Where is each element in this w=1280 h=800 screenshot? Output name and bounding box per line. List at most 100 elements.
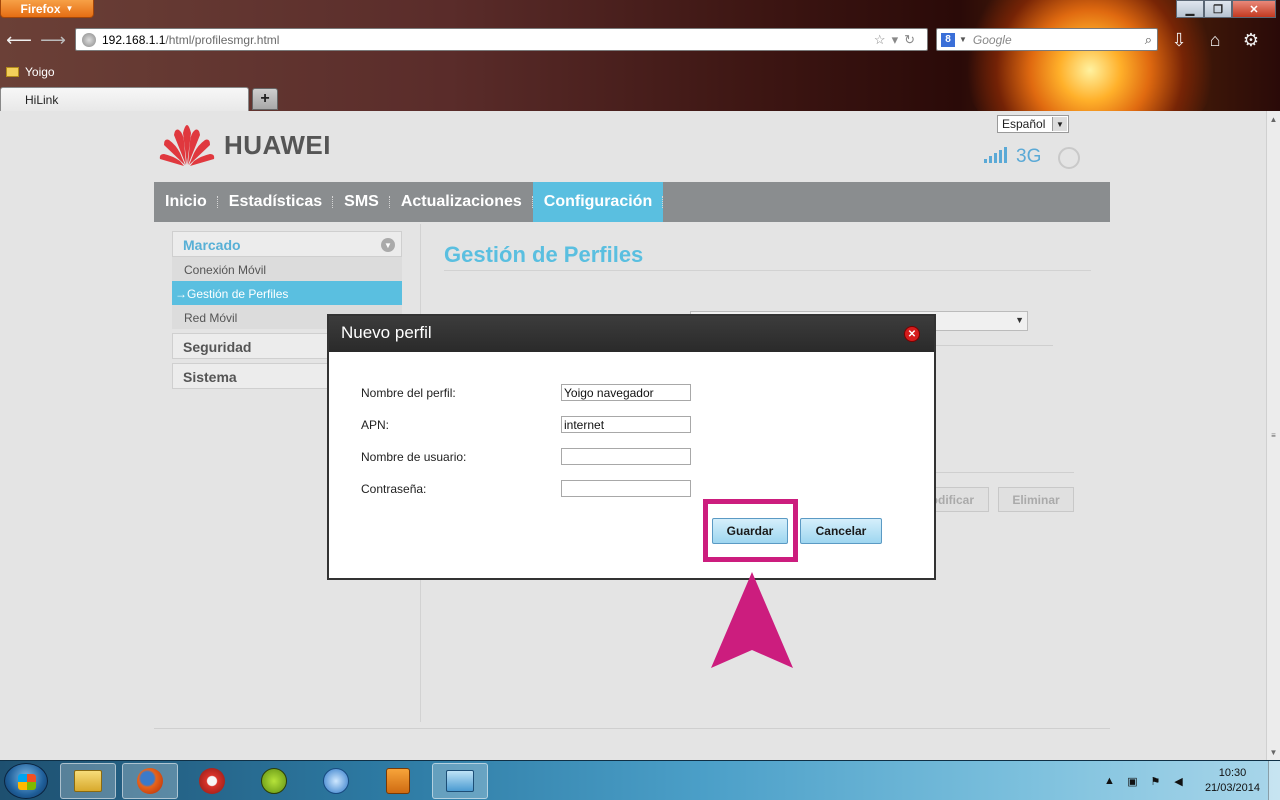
firefox-menu-button[interactable]: Firefox ▼ [0,0,94,18]
signal-strength-icon [984,147,1007,163]
profile-name-label: Nombre del perfil: [361,386,456,400]
password-label: Contraseña: [361,482,427,496]
sidebar-item-conexion-movil[interactable]: Conexión Móvil [172,257,402,281]
downloads-icon[interactable]: ⇩ [1168,29,1190,51]
url-host: 192.168.1.1 [102,32,166,47]
new-tab-button[interactable]: + [252,88,278,110]
show-hidden-icons-icon[interactable]: ▲ [1103,775,1116,788]
cancel-button[interactable]: Cancelar [800,518,882,544]
windows-taskbar: ▲ ▣ ⚑ ◀ 10:30 21/03/2014 [0,760,1280,800]
title-divider [444,270,1091,271]
chevron-down-icon: ▼ [381,238,395,252]
url-bar[interactable]: 192.168.1.1 /html/profilesmgr.html ☆▾↻ [75,28,928,51]
show-desktop-button[interactable] [1268,761,1280,800]
highlight-annotation [703,499,798,562]
scroll-up-icon[interactable]: ▲ [1267,111,1280,127]
dialog-title: Nuevo perfil [341,323,432,342]
username-input[interactable] [561,448,691,465]
sidebar-section-label: Marcado [183,237,241,253]
bookmark-star-icon[interactable]: ☆▾↻ [874,32,921,48]
spotify-icon [261,768,287,794]
taskbar-explorer[interactable] [60,763,116,799]
new-profile-dialog: Nuevo perfil ✕ Nombre del perfil: Yoigo … [327,314,936,580]
chevron-down-icon: ▼ [1015,315,1024,325]
taskbar-control-panel[interactable] [432,763,488,799]
search-bar[interactable]: 8 ▼ Google ⌕ [936,28,1158,51]
bookmark-yoigo[interactable]: Yoigo [25,65,55,79]
search-engine-dropdown-icon[interactable]: ▼ [959,35,967,44]
apn-label: APN: [361,418,390,432]
tab-actualizaciones[interactable]: Actualizaciones [390,182,533,222]
folder-icon [74,770,102,792]
google-engine-icon[interactable]: 8 [941,32,955,47]
volume-icon[interactable]: ◀ [1172,775,1185,788]
firefox-menu-label: Firefox [20,1,61,16]
minimize-button[interactable]: ▁ [1176,0,1204,18]
tab-inicio[interactable]: Inicio [154,182,218,222]
taskbar-spotify[interactable] [246,763,302,799]
scroll-down-icon[interactable]: ▼ [1267,744,1280,760]
sidebar-item-gestion-de-perfiles[interactable]: →Gestión de Perfiles [172,281,402,305]
delete-button[interactable]: Eliminar [998,487,1074,512]
dialog-header: Nuevo perfil ✕ [329,316,934,352]
sidebar-section-marcado[interactable]: Marcado ▼ [172,231,402,257]
search-placeholder: Google [972,32,1012,47]
home-icon[interactable]: ⌂ [1204,29,1226,51]
navigation-toolbar: ⟵ ⟶ 192.168.1.1 /html/profilesmgr.html ☆… [0,26,1280,54]
forward-arrow-icon[interactable]: ⟶ [40,29,66,51]
control-panel-icon [446,770,474,792]
close-window-button[interactable]: ✕ [1232,0,1276,18]
arrow-up-annotation-icon [711,572,793,668]
taskbar-ccleaner[interactable] [184,763,240,799]
clock-date: 21/03/2014 [1204,782,1260,794]
taskbar-firefox[interactable] [122,763,178,799]
ccleaner-icon [199,768,225,794]
profile-name-input[interactable]: Yoigo navegador [561,384,691,401]
username-label: Nombre de usuario: [361,450,467,464]
divider [930,472,1074,473]
huawei-petal-icon [159,125,215,166]
firefox-icon [137,768,163,794]
bookmarks-toolbar: Yoigo [0,62,55,82]
scroll-thumb-grip-icon[interactable]: ≡ [1267,427,1280,443]
taskbar-media-player[interactable] [370,763,426,799]
brand-name: HUAWEI [224,129,331,160]
windows-logo-icon [18,774,36,790]
password-input[interactable] [561,480,691,497]
back-arrow-icon[interactable]: ⟵ [6,29,32,51]
network-icon[interactable]: ▣ [1126,775,1139,788]
network-type: 3G [1016,146,1042,167]
folder-icon [6,67,19,77]
url-path: /html/profilesmgr.html [165,32,280,47]
browser-chrome: Firefox ▼ ▁ ❐ ✕ ⟵ ⟶ 192.168.1.1 /html/pr… [0,0,1280,111]
language-select[interactable]: Español ▼ [997,115,1069,133]
chevron-down-icon: ▼ [1052,117,1067,131]
tab-hilink[interactable]: HiLink [0,87,249,111]
main-navigation: Inicio Estadísticas SMS Actualizaciones … [154,182,1110,222]
apn-input[interactable]: internet [561,416,691,433]
language-value: Español [1002,117,1046,131]
huawei-logo: HUAWEI [158,123,331,167]
flag-icon[interactable]: ⚑ [1149,775,1162,788]
clock[interactable]: 10:30 21/03/2014 [1205,766,1260,796]
site-identity-icon[interactable] [82,32,96,47]
itunes-icon [323,768,349,794]
sidebar-item-label: Gestión de Perfiles [187,287,289,301]
tab-estadisticas[interactable]: Estadísticas [218,182,334,222]
chevron-down-icon: ▼ [65,4,74,13]
footer-divider [154,728,1110,729]
taskbar-itunes[interactable] [308,763,364,799]
system-tray: ▲ ▣ ⚑ ◀ 10:30 21/03/2014 [1103,766,1260,796]
page-scrollbar[interactable]: ▲ ≡ ▼ [1266,111,1280,760]
addon-icon[interactable]: ⚙ [1240,29,1262,51]
page-title: Gestión de Perfiles [444,242,644,267]
clock-time: 10:30 [1218,767,1247,779]
arrow-right-icon: → [175,287,187,301]
window-controls: ▁ ❐ ✕ [1176,0,1276,18]
start-button[interactable] [4,763,48,799]
search-icon[interactable]: ⌕ [1145,32,1152,48]
tab-configuracion[interactable]: Configuración [532,182,664,222]
close-icon[interactable]: ✕ [904,326,920,342]
restore-button[interactable]: ❐ [1204,0,1232,18]
tab-sms[interactable]: SMS [333,182,390,222]
